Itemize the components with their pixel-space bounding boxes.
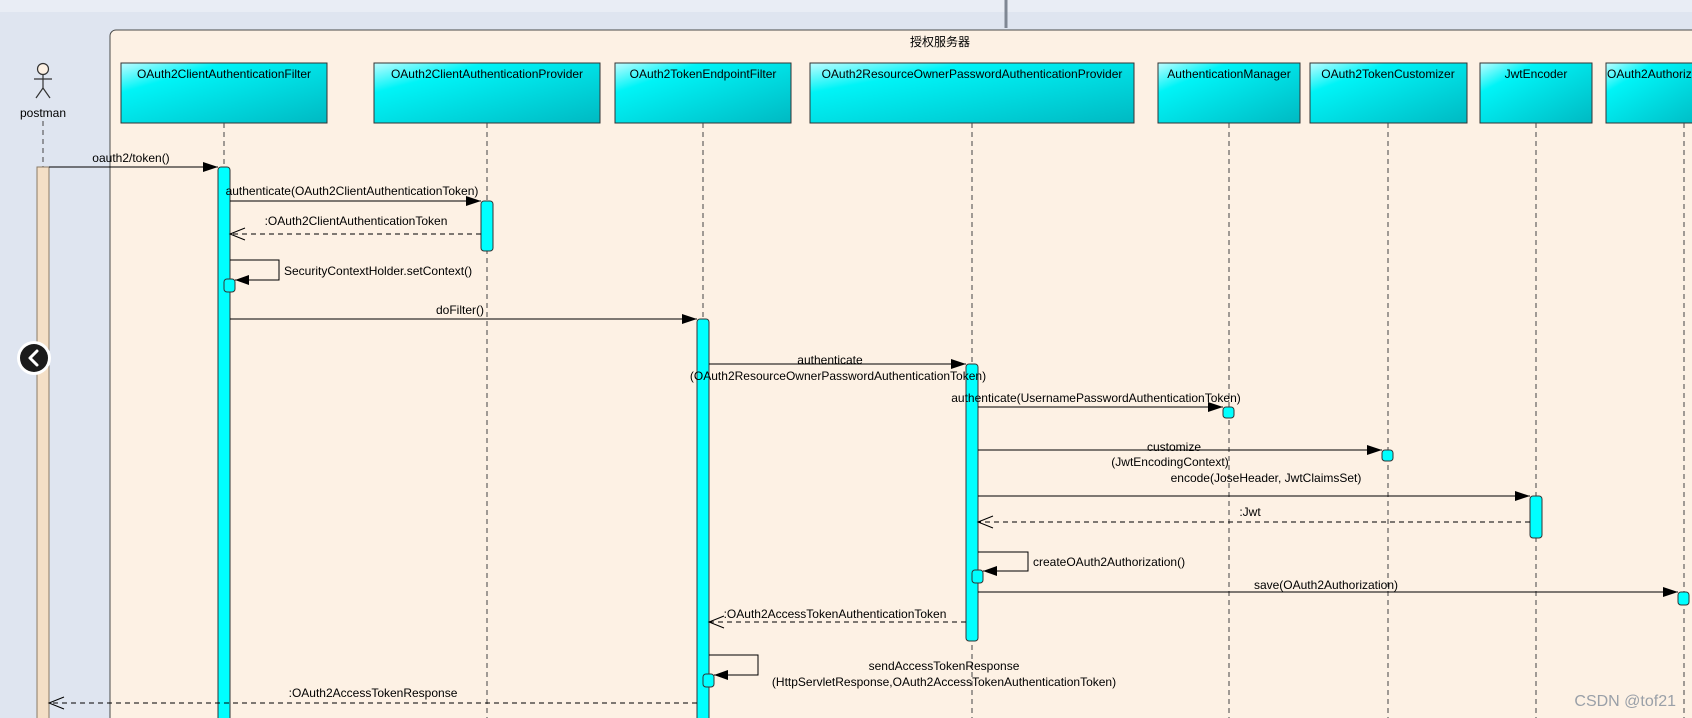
- collapse-button-face: [20, 344, 48, 372]
- participant-oauth2-token-customizer[interactable]: OAuth2TokenCustomizer: [1309, 62, 1468, 124]
- activation-jwt-encoder: [1529, 495, 1543, 539]
- top-strip: [0, 0, 1692, 12]
- message-label: oauth2/token(): [92, 151, 169, 165]
- participant-label: AuthenticationManager: [1167, 67, 1290, 81]
- activation-token-customizer: [1381, 449, 1394, 462]
- participant-oauth2-client-authentication-provider[interactable]: OAuth2ClientAuthenticationProvider: [373, 62, 601, 124]
- collapse-panel-button[interactable]: [17, 341, 51, 375]
- message-label: sendAccessTokenResponse: [869, 659, 1020, 673]
- message-label: :OAuth2ClientAuthenticationToken: [265, 214, 448, 228]
- message-label: :OAuth2AccessTokenResponse: [289, 686, 458, 700]
- message-label: :Jwt: [1239, 505, 1261, 519]
- sequence-diagram: 授权服务器 postman OAuth2ClientAuthentication…: [0, 0, 1692, 718]
- activation-password-auth-provider: [965, 363, 979, 642]
- participant-authentication-manager[interactable]: AuthenticationManager: [1157, 62, 1301, 124]
- participant-label: OAuth2TokenEndpointFilter: [630, 67, 777, 81]
- message-label: SecurityContextHolder.setContext(): [284, 264, 472, 278]
- activation-postman: [36, 166, 50, 718]
- activation-authentication-manager: [1222, 406, 1235, 419]
- participant-label: OAuth2ClientAuthenticationProvider: [391, 67, 583, 81]
- participant-oauth2-resource-owner-password-authentication-provider[interactable]: OAuth2ResourceOwnerPasswordAuthenticatio…: [809, 62, 1135, 124]
- actor-label: postman: [20, 106, 66, 120]
- message-label: :OAuth2AccessTokenAuthenticationToken: [724, 607, 947, 621]
- participant-jwt-encoder[interactable]: JwtEncoder: [1479, 62, 1593, 124]
- activation-send-response: [702, 673, 715, 688]
- participant-label: OAuth2TokenCustomizer: [1321, 67, 1454, 81]
- message-label: createOAuth2Authorization(): [1033, 555, 1185, 569]
- message-label: customize: [1147, 440, 1201, 454]
- activation-set-context: [223, 278, 236, 293]
- participant-oauth2-authorization-service[interactable]: OAuth2Authoriz: [1605, 62, 1692, 124]
- activation-client-auth-filter: [217, 166, 231, 718]
- participant-label: OAuth2Authoriz: [1607, 67, 1692, 81]
- participant-oauth2-token-endpoint-filter[interactable]: OAuth2TokenEndpointFilter: [614, 62, 792, 124]
- frame-title: 授权服务器: [910, 34, 970, 49]
- activation-authorization-service: [1677, 591, 1690, 606]
- participant-oauth2-client-authentication-filter[interactable]: OAuth2ClientAuthenticationFilter: [120, 62, 328, 124]
- actor-head: [36, 62, 50, 76]
- message-label: authenticate(UsernamePasswordAuthenticat…: [951, 391, 1241, 405]
- message-label: authenticate(OAuth2ClientAuthenticationT…: [226, 184, 479, 198]
- message-label: save(OAuth2Authorization): [1254, 578, 1398, 592]
- message-label: authenticate: [797, 353, 863, 367]
- activation-create-authorization: [971, 569, 984, 584]
- message-label: encode(JoseHeader, JwtClaimsSet): [1171, 471, 1362, 485]
- message-label-line2: (OAuth2ResourceOwnerPasswordAuthenticati…: [690, 369, 986, 383]
- watermark: CSDN @tof21: [1574, 693, 1676, 710]
- participant-label: OAuth2ResourceOwnerPasswordAuthenticatio…: [822, 67, 1123, 81]
- participant-label: JwtEncoder: [1505, 67, 1568, 81]
- message-label: doFilter(): [436, 303, 484, 317]
- activation-client-auth-provider: [480, 200, 494, 252]
- message-label-line2: (HttpServletResponse,OAuth2AccessTokenAu…: [772, 675, 1116, 689]
- message-label-line2: (JwtEncodingContext): [1111, 455, 1228, 469]
- participant-label: OAuth2ClientAuthenticationFilter: [137, 67, 311, 81]
